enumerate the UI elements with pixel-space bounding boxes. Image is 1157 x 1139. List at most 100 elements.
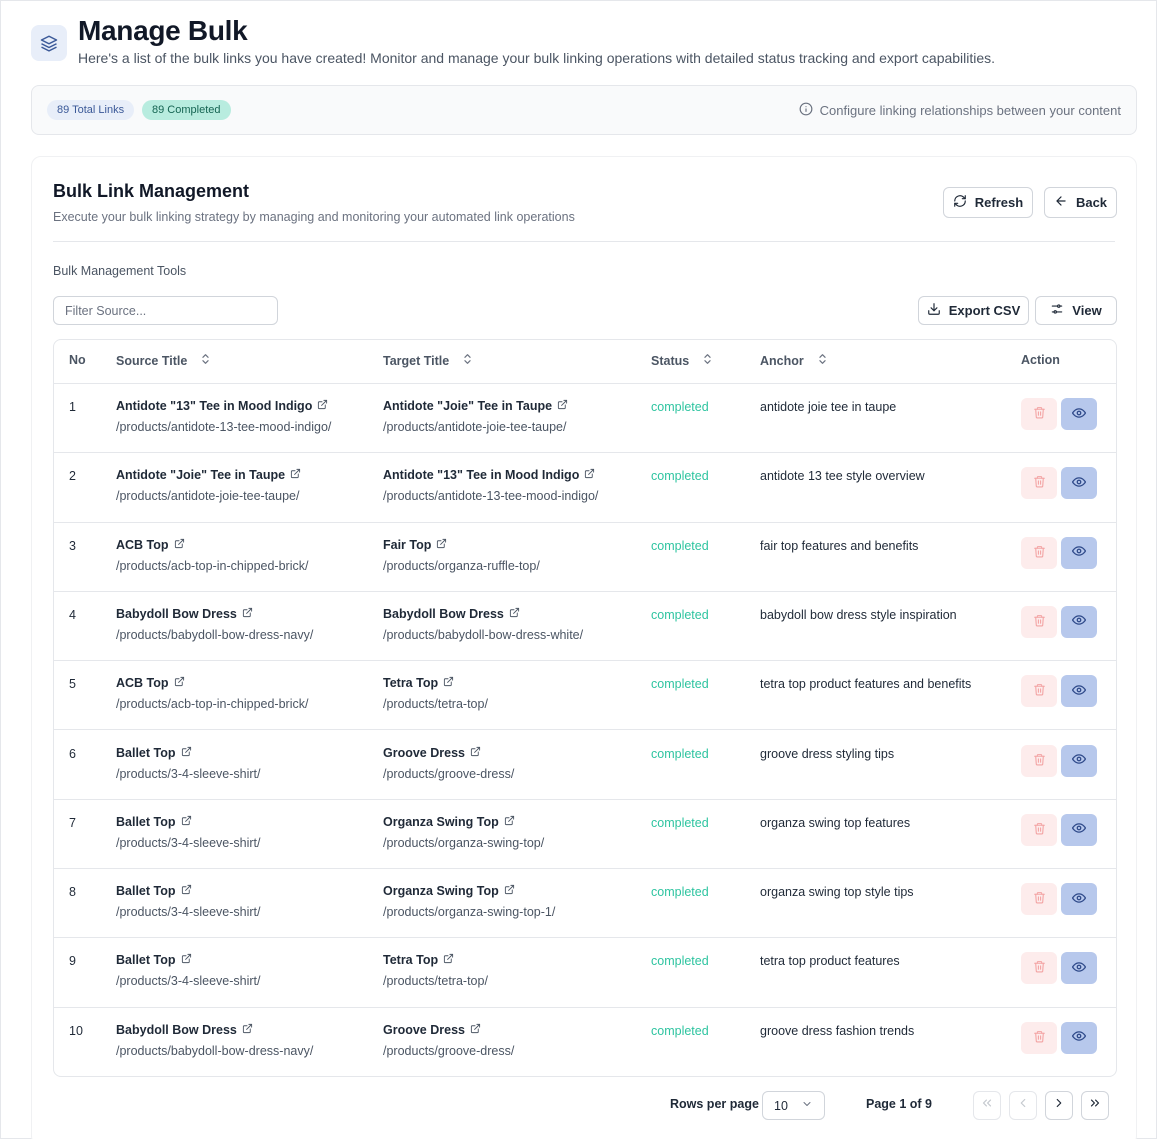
target-title-link[interactable]: Babydoll Bow Dress	[383, 607, 583, 621]
view-button[interactable]	[1061, 675, 1097, 708]
target-title: Organza Swing Top	[383, 884, 499, 899]
arrow-left-icon	[1054, 194, 1068, 211]
layers-icon	[31, 25, 67, 61]
table-row: 1 Antidote "13" Tee in Mood Indigo/produc…	[54, 384, 1116, 454]
delete-button[interactable]	[1021, 744, 1057, 777]
delete-button[interactable]	[1021, 675, 1057, 708]
target-title: Babydoll Bow Dress	[383, 606, 504, 621]
source-title-link[interactable]: Ballet Top	[116, 746, 261, 760]
target-title-link[interactable]: Tetra Top	[383, 676, 488, 690]
column-header-anchor[interactable]: Anchor	[760, 353, 827, 368]
target-title: Organza Swing Top	[383, 814, 499, 829]
target-title-link[interactable]: Antidote "13" Tee in Mood Indigo	[383, 468, 598, 482]
external-link-icon	[509, 607, 520, 621]
view-button[interactable]	[1061, 744, 1097, 777]
column-header-target[interactable]: Target Title	[383, 353, 472, 368]
target-url: /products/groove-dress/	[383, 766, 515, 781]
column-header-source[interactable]: Source Title	[116, 353, 210, 368]
source-cell: Ballet Top/products/3-4-sleeve-shirt/	[116, 953, 261, 988]
source-title-link[interactable]: Ballet Top	[116, 953, 261, 967]
external-link-icon	[584, 468, 595, 482]
external-link-icon	[181, 746, 192, 760]
view-button[interactable]	[1061, 467, 1097, 500]
first-page-button[interactable]	[973, 1091, 1001, 1120]
external-link-icon	[290, 468, 301, 482]
anchor-text: tetra top product features and benefits	[760, 677, 972, 692]
previous-page-button[interactable]	[1009, 1091, 1037, 1120]
completed-badge: 89 Completed	[142, 100, 231, 120]
trash-icon	[1033, 891, 1046, 907]
source-title-link[interactable]: Antidote "13" Tee in Mood Indigo	[116, 399, 331, 413]
view-button[interactable]	[1061, 883, 1097, 916]
target-cell: Antidote "Joie" Tee in Taupe/products/an…	[383, 399, 568, 434]
trash-icon	[1033, 683, 1046, 699]
delete-button[interactable]	[1021, 398, 1057, 430]
target-title-link[interactable]: Tetra Top	[383, 953, 488, 967]
view-button[interactable]	[1061, 605, 1097, 638]
table-row: 9 Ballet Top/products/3-4-sleeve-shirt/Te…	[54, 938, 1116, 1008]
target-title-link[interactable]: Fair Top	[383, 538, 540, 552]
chevron-down-icon	[801, 1098, 813, 1113]
divider	[53, 241, 1115, 242]
target-url: /products/organza-swing-top/	[383, 835, 545, 850]
stats-note-text: Configure linking relationships between …	[819, 103, 1121, 118]
source-cell: ACB Top/products/acb-top-in-chipped-bric…	[116, 676, 308, 711]
column-header-status[interactable]: Status	[651, 353, 712, 368]
back-button[interactable]: Back	[1044, 187, 1117, 218]
target-cell: Tetra Top/products/tetra-top/	[383, 953, 488, 988]
delete-button[interactable]	[1021, 467, 1057, 500]
delete-button[interactable]	[1021, 1021, 1057, 1054]
external-link-icon	[504, 815, 515, 829]
export-csv-button[interactable]: Export CSV	[918, 296, 1029, 325]
target-title: Groove Dress	[383, 745, 465, 760]
target-url: /products/tetra-top/	[383, 974, 488, 989]
source-title: Ballet Top	[116, 884, 176, 899]
view-button[interactable]	[1061, 952, 1097, 985]
source-cell: Ballet Top/products/3-4-sleeve-shirt/	[116, 815, 261, 850]
source-url: /products/antidote-13-tee-mood-indigo/	[116, 420, 332, 434]
source-title-link[interactable]: Babydoll Bow Dress	[116, 607, 313, 621]
source-url: /products/antidote-joie-tee-taupe/	[116, 489, 300, 504]
source-title-link[interactable]: Ballet Top	[116, 884, 261, 898]
table-row: 6 Ballet Top/products/3-4-sleeve-shirt/Gr…	[54, 731, 1116, 800]
trash-icon	[1033, 475, 1046, 491]
source-title-link[interactable]: Antidote "Joie" Tee in Taupe	[116, 468, 301, 482]
refresh-button[interactable]: Refresh	[943, 187, 1033, 218]
view-button[interactable]	[1061, 813, 1097, 846]
view-button[interactable]	[1061, 536, 1097, 569]
external-link-icon	[174, 538, 185, 552]
filter-source-input[interactable]	[53, 296, 278, 325]
eye-icon	[1071, 960, 1087, 977]
page-header: Manage Bulk Here's a list of the bulk li…	[31, 15, 1136, 75]
target-title-link[interactable]: Groove Dress	[383, 746, 514, 760]
target-title-link[interactable]: Organza Swing Top	[383, 815, 544, 829]
delete-button[interactable]	[1021, 605, 1057, 638]
delete-button[interactable]	[1021, 536, 1057, 569]
page-info: Page 1 of 9	[866, 1097, 932, 1111]
source-title-link[interactable]: Babydoll Bow Dress	[116, 1023, 313, 1037]
sort-icon	[703, 353, 712, 368]
stats-bar: 89 Total Links 89 Completed Configure li…	[31, 85, 1137, 135]
target-title-link[interactable]: Antidote "Joie" Tee in Taupe	[383, 399, 568, 413]
last-page-button[interactable]	[1081, 1091, 1109, 1120]
target-title-link[interactable]: Organza Swing Top	[383, 884, 555, 898]
rows-per-page-select[interactable]: 10	[762, 1091, 825, 1120]
source-title-link[interactable]: ACB Top	[116, 676, 308, 690]
source-title: Ballet Top	[116, 953, 176, 968]
eye-icon	[1071, 544, 1087, 561]
view-button[interactable]	[1061, 398, 1097, 430]
next-page-button[interactable]	[1045, 1091, 1073, 1120]
delete-button[interactable]	[1021, 952, 1057, 985]
target-title-link[interactable]: Groove Dress	[383, 1023, 514, 1037]
rows-per-page-value: 10	[774, 1098, 788, 1113]
source-title-link[interactable]: Ballet Top	[116, 815, 261, 829]
delete-button[interactable]	[1021, 883, 1057, 916]
external-link-icon	[181, 815, 192, 829]
view-button[interactable]	[1061, 1021, 1097, 1054]
view-options-button[interactable]: View	[1035, 296, 1117, 325]
delete-button[interactable]	[1021, 813, 1057, 846]
source-cell: Antidote "Joie" Tee in Taupe/products/an…	[116, 468, 301, 503]
source-title: Ballet Top	[116, 745, 176, 760]
external-link-icon	[181, 953, 192, 967]
source-title-link[interactable]: ACB Top	[116, 538, 308, 552]
